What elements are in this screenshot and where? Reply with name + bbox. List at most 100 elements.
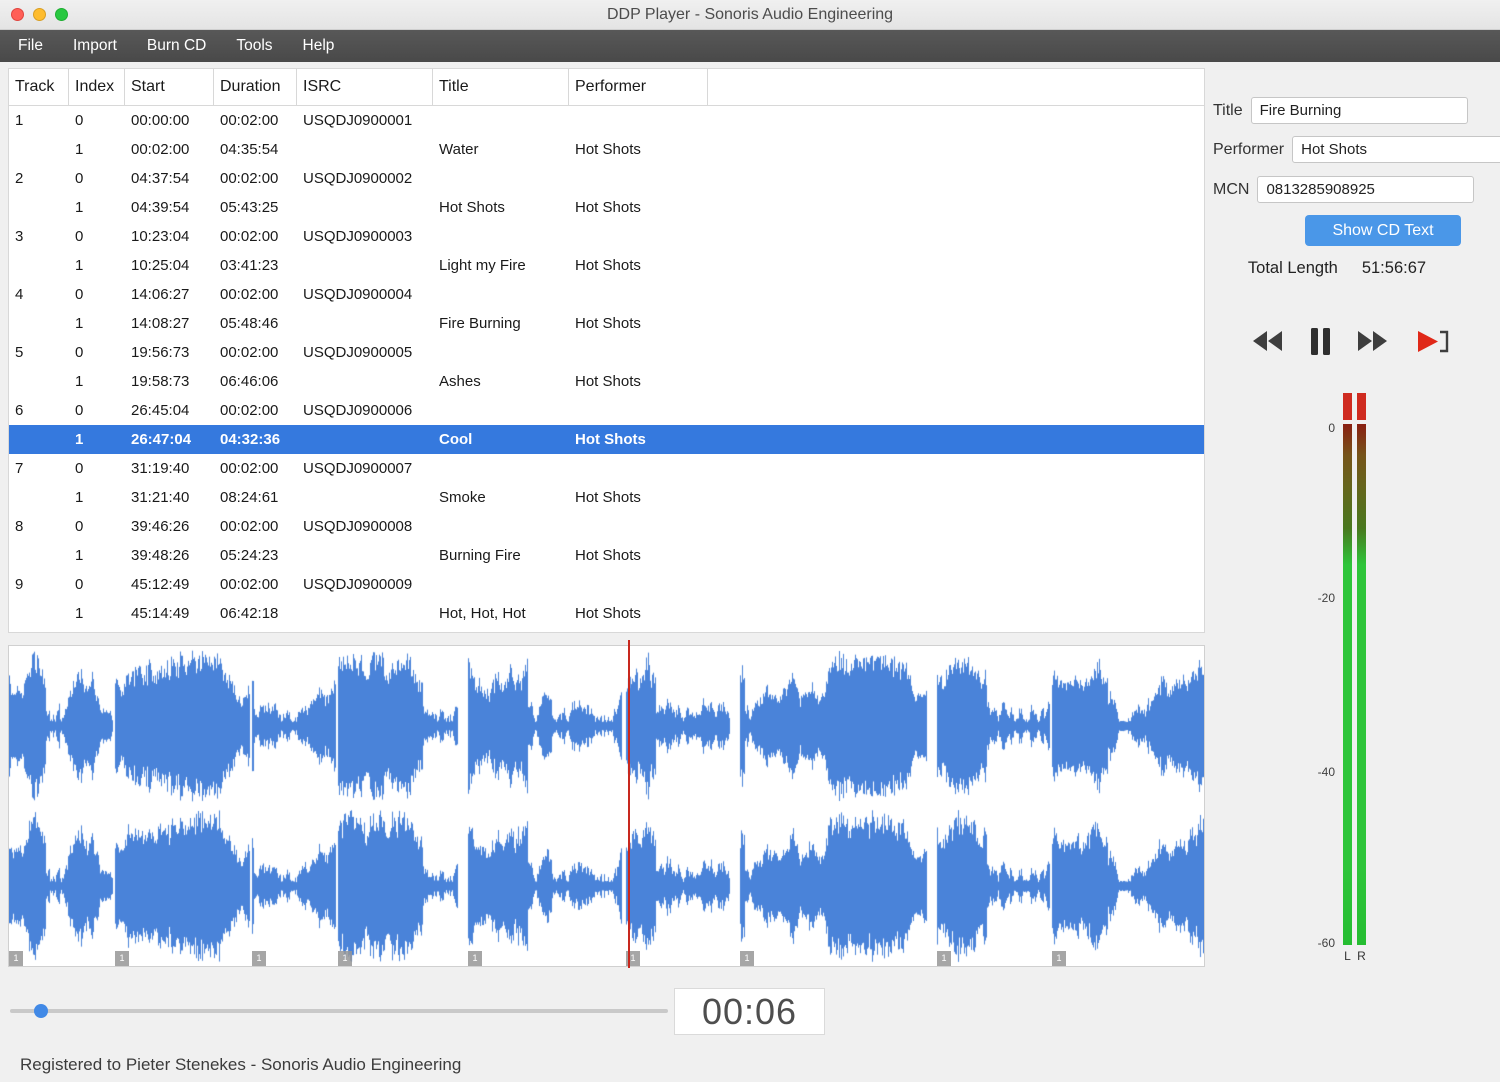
cell-start: 31:21:40 [131,489,190,506]
play-to-end-button[interactable] [1415,328,1450,355]
menu-item-help[interactable]: Help [288,30,350,62]
track-start-marker[interactable]: 1 [252,951,266,966]
column-header-track: Track [9,69,69,105]
cell-duration: 00:02:00 [220,228,279,245]
track-start-marker[interactable]: 1 [1052,951,1066,966]
table-row[interactable]: 6 0 26:45:04 00:02:00 USQDJ0900006 [9,396,1204,425]
zoom-button[interactable] [55,8,68,21]
cell-title: Cool [439,431,473,448]
menu-item-tools[interactable]: Tools [221,30,287,62]
cell-title: Ashes [439,373,481,390]
cell-performer: Hot Shots [575,315,641,332]
time-display: 00:06 [674,988,825,1035]
cell-index: 0 [75,170,84,187]
menu-item-file[interactable]: File [3,30,58,62]
table-row[interactable]: 2 0 04:37:54 00:02:00 USQDJ0900002 [9,164,1204,193]
cell-start: 00:00:00 [131,112,190,129]
rewind-button[interactable] [1252,330,1283,352]
cell-duration: 03:41:23 [220,257,279,274]
app-window: DDP Player - Sonoris Audio Engineering F… [0,0,1500,1082]
column-header-duration: Duration [214,69,297,105]
cell-isrc: USQDJ0900009 [303,576,413,593]
track-start-marker[interactable]: 1 [468,951,482,966]
cell-start: 14:06:27 [131,286,190,303]
table-row[interactable]: 7 0 31:19:40 00:02:00 USQDJ0900007 [9,454,1204,483]
cell-performer: Hot Shots [575,141,641,158]
title-label: Title [1213,101,1243,119]
meter-channel-label: R [1357,949,1366,963]
cell-index: 1 [75,373,84,390]
track-start-marker[interactable]: 1 [9,951,23,966]
title-input[interactable] [1250,97,1468,124]
table-row[interactable]: 1 26:47:04 04:32:36 Cool Hot Shots [9,425,1204,454]
cell-isrc: USQDJ0900007 [303,460,413,477]
cell-title: Hot Shots [439,199,505,216]
cell-start: 14:08:27 [131,315,190,332]
playhead-cursor[interactable] [628,640,630,968]
cell-performer: Hot Shots [575,199,641,216]
cell-duration: 04:35:54 [220,141,279,158]
column-header-index: Index [69,69,125,105]
table-row[interactable]: 1 10:25:04 03:41:23 Light my Fire Hot Shots [9,251,1204,280]
track-start-marker[interactable]: 1 [937,951,951,966]
table-row[interactable]: 4 0 14:06:27 00:02:00 USQDJ0900004 [9,280,1204,309]
cell-title: Burning Fire [439,547,521,564]
cell-start: 26:47:04 [131,431,192,448]
track-start-marker[interactable]: 1 [740,951,754,966]
cell-index: 0 [75,112,84,129]
total-length-row: Total Length 51:56:67 [1213,259,1461,278]
cell-title: Fire Burning [439,315,521,332]
mcn-field-row: MCN [1213,176,1475,203]
table-row[interactable]: 1 14:08:27 05:48:46 Fire Burning Hot Shots [9,309,1204,338]
table-row[interactable]: 9 0 45:12:49 00:02:00 USQDJ0900009 [9,570,1204,599]
slider-thumb[interactable] [34,1004,48,1018]
cell-track: 4 [15,286,24,303]
window-title: DDP Player - Sonoris Audio Engineering [606,6,894,23]
table-row[interactable]: 3 0 10:23:04 00:02:00 USQDJ0900003 [9,222,1204,251]
table-row[interactable]: 1 45:14:49 06:42:18 Hot, Hot, Hot Hot Shots [9,599,1204,628]
level-meter: 0 -20 -40 -60 LR [1301,393,1401,978]
show-cd-text-button[interactable]: Show CD Text [1305,215,1461,246]
table-row[interactable]: 1 19:58:73 06:46:06 Ashes Hot Shots [9,367,1204,396]
cell-start: 04:37:54 [131,170,190,187]
cell-track: 6 [15,402,24,419]
cell-performer: Hot Shots [575,547,641,564]
cell-duration: 00:02:00 [220,112,279,129]
cell-start: 19:58:73 [131,373,190,390]
column-header-performer: Performer [569,69,708,105]
menu-item-burn-cd[interactable]: Burn CD [132,30,221,62]
table-row[interactable]: 8 0 39:46:26 00:02:00 USQDJ0900008 [9,512,1204,541]
title-bar: DDP Player - Sonoris Audio Engineering [0,0,1500,30]
cell-title: Water [439,141,479,158]
cell-performer: Hot Shots [575,605,641,622]
track-start-marker[interactable]: 1 [115,951,129,966]
table-row[interactable]: 1 39:48:26 05:24:23 Burning Fire Hot Shots [9,541,1204,570]
track-start-marker[interactable]: 1 [338,951,352,966]
waveform-display[interactable]: 111111111 [8,640,1205,968]
table-row[interactable]: 1 04:39:54 05:43:25 Hot Shots Hot Shots [9,193,1204,222]
total-length-value: 51:56:67 [1361,259,1427,277]
table-row[interactable]: 1 31:21:40 08:24:61 Smoke Hot Shots [9,483,1204,512]
close-button[interactable] [11,8,24,21]
meter-bar-right [1357,393,1366,945]
pause-button[interactable] [1310,327,1331,356]
menu-item-import[interactable]: Import [58,30,132,62]
table-row[interactable]: 5 0 19:56:73 00:02:00 USQDJ0900005 [9,338,1204,367]
cell-performer: Hot Shots [575,431,646,448]
column-header-title: Title [433,69,569,105]
table-row[interactable]: 1 0 00:00:00 00:02:00 USQDJ0900001 [9,106,1204,135]
performer-input[interactable] [1292,136,1500,163]
fast-forward-button[interactable] [1357,330,1388,352]
minimize-button[interactable] [33,8,46,21]
playback-slider[interactable] [10,1004,668,1018]
meter-channel-label: L [1344,949,1351,963]
table-row[interactable]: 1 00:02:00 04:35:54 Water Hot Shots [9,135,1204,164]
cell-track: 1 [15,112,24,129]
cell-start: 31:19:40 [131,460,190,477]
mcn-input[interactable] [1257,176,1475,203]
cell-duration: 00:02:00 [220,518,279,535]
cell-start: 04:39:54 [131,199,190,216]
column-header-isrc: ISRC [297,69,433,105]
meter-scale-label: -60 [1317,936,1335,950]
column-header-start: Start [125,69,214,105]
